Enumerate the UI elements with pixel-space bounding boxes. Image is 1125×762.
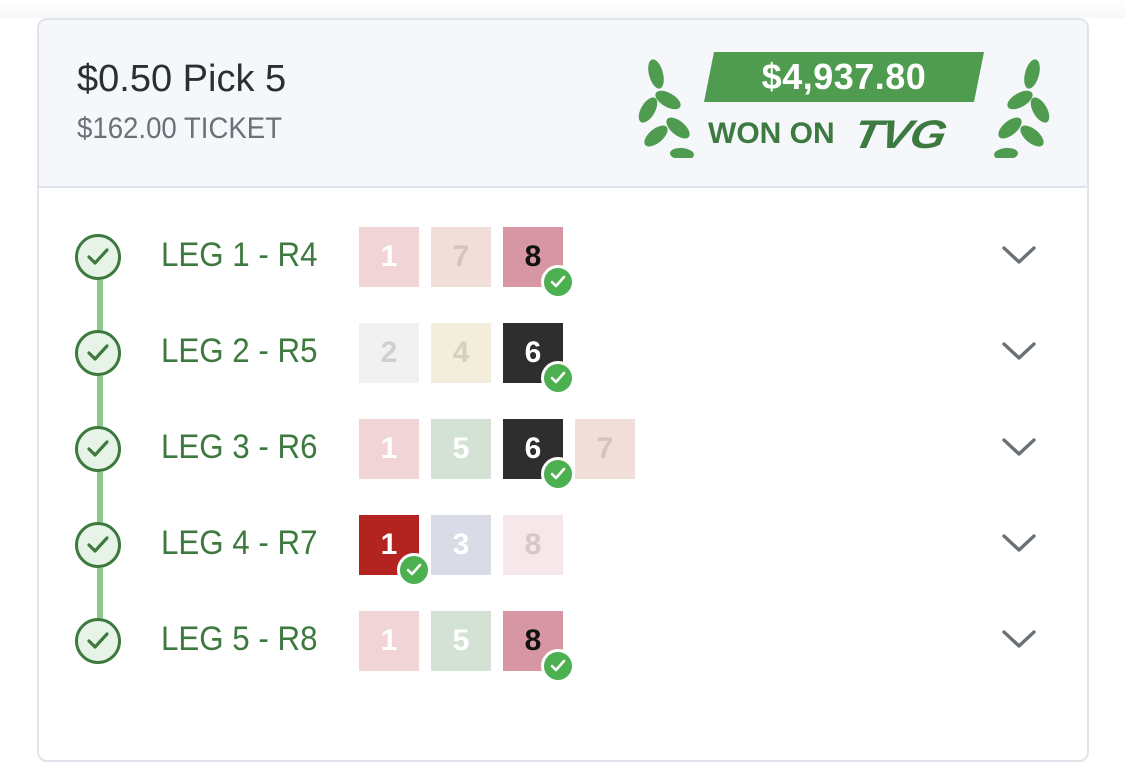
win-amount: $4,937.80 [761, 56, 927, 97]
ticket-card: $0.50 Pick 5 $162.00 TICKET $4,937.80 WO… [37, 18, 1089, 762]
chevron-down-icon[interactable] [999, 627, 1039, 651]
laurel-right-icon [984, 58, 1054, 163]
chevron-down-icon[interactable] [999, 243, 1039, 267]
leg-row[interactable]: LEG 4 - R7 1 3 8 [39, 497, 1087, 593]
ticket-header: $0.50 Pick 5 $162.00 TICKET $4,937.80 WO… [39, 20, 1087, 188]
chevron-down-icon[interactable] [999, 435, 1039, 459]
check-circle-icon [75, 330, 121, 376]
laurel-left-icon [634, 58, 704, 163]
selection-number: 1 [359, 227, 419, 287]
selection-number: 5 [431, 419, 491, 479]
check-circle-icon [75, 426, 121, 472]
leg-label: LEG 4 - R7 [161, 524, 318, 562]
leg-label: LEG 2 - R5 [161, 332, 318, 370]
selection-number: 3 [431, 515, 491, 575]
leg-label: LEG 3 - R6 [161, 428, 318, 466]
selection-number: 4 [431, 323, 491, 383]
selection-number: 7 [575, 419, 635, 479]
win-amount-banner: $4,937.80 [704, 52, 984, 102]
ticket-amount: $162.00 TICKET [77, 112, 283, 145]
winner-check-icon [397, 553, 431, 587]
winner-check-icon [541, 361, 575, 395]
winner-check-icon [541, 457, 575, 491]
chevron-down-icon[interactable] [999, 531, 1039, 555]
selection-number: 5 [431, 611, 491, 671]
selection-number: 2 [359, 323, 419, 383]
top-edge [0, 0, 1125, 18]
check-circle-icon [75, 618, 121, 664]
check-circle-icon [75, 234, 121, 280]
selection-number: 8 [503, 515, 563, 575]
selection-number: 1 [359, 611, 419, 671]
won-on-label: WON ON [708, 117, 835, 150]
chevron-down-icon[interactable] [999, 339, 1039, 363]
leg-label: LEG 1 - R4 [161, 236, 318, 274]
winner-check-icon [541, 649, 575, 683]
selection-number: 7 [431, 227, 491, 287]
leg-row[interactable]: LEG 5 - R8 1 5 8 [39, 593, 1087, 689]
tvg-logo: TVG [849, 113, 950, 157]
selection-number: 1 [359, 419, 419, 479]
leg-label: LEG 5 - R8 [161, 620, 318, 658]
leg-row[interactable]: LEG 3 - R6 1 5 6 7 [39, 401, 1087, 497]
winner-check-icon [541, 265, 575, 299]
check-circle-icon [75, 522, 121, 568]
leg-row[interactable]: LEG 2 - R5 2 4 6 [39, 305, 1087, 401]
leg-row[interactable]: LEG 1 - R4 1 7 8 [39, 209, 1087, 305]
win-badge: $4,937.80 WON ON TVG [634, 50, 1054, 163]
wager-title: $0.50 Pick 5 [77, 58, 287, 100]
